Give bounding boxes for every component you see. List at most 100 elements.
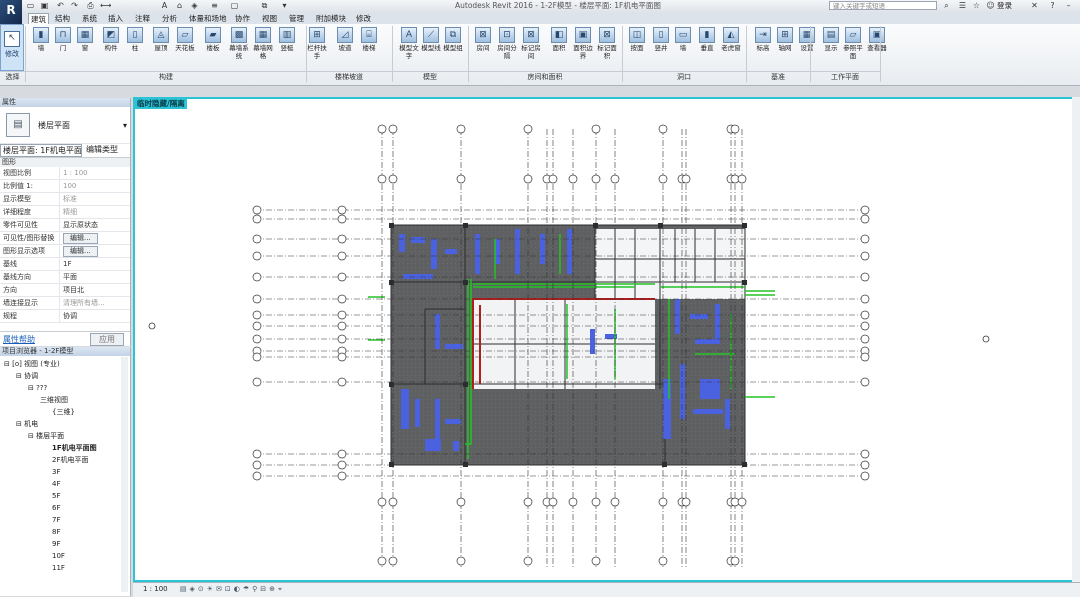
grid-bubble[interactable] (658, 124, 668, 134)
grid-bubble[interactable] (610, 174, 620, 184)
star-icon[interactable]: ☆ (972, 1, 981, 10)
grid-bubble[interactable] (681, 174, 691, 184)
browser-node[interactable]: {三维} (52, 407, 75, 417)
tab-3[interactable]: 插入 (106, 13, 125, 24)
grid-bubble[interactable] (252, 205, 262, 215)
tab-10[interactable]: 附加模块 (314, 13, 348, 24)
search-input[interactable]: 键入关键字或短语 (829, 1, 937, 10)
tab-2[interactable]: 系统 (80, 13, 99, 24)
view-selector[interactable]: 楼层平面: 1F机电平面图 (0, 144, 82, 157)
grid-bubble[interactable] (388, 556, 398, 566)
show-button[interactable]: ▤ 显示 (820, 27, 842, 52)
switch-windows-icon[interactable]: ⧉ (260, 1, 269, 10)
grid-bubble[interactable] (523, 556, 533, 566)
property-value[interactable]: 清理所有墙... (60, 297, 130, 309)
view-scale[interactable]: 1 : 100 (143, 585, 168, 593)
grid-button[interactable]: ⊞ 轴网 (774, 27, 796, 52)
window-button[interactable]: ▦ 窗 (74, 27, 96, 52)
grid-bubble[interactable] (548, 174, 558, 184)
grid-bubble[interactable] (860, 449, 870, 459)
grid-bubble[interactable] (730, 556, 740, 566)
property-value[interactable]: 编辑... (60, 245, 130, 257)
dormer-button[interactable]: ◭ 老虎窗 (720, 27, 742, 52)
help-icon[interactable]: ? (1048, 1, 1057, 10)
grid-bubble[interactable] (860, 334, 870, 344)
view-control-icons[interactable]: ▤◈⊙☀✉⊡◐☂⚲⊟⊕⌖ (180, 585, 285, 593)
model-text-button[interactable]: A 模型文字 (398, 27, 420, 60)
ceiling-button[interactable]: ▱ 天花板 (174, 27, 196, 52)
browser-node[interactable]: ⊟ ??? (28, 383, 47, 393)
grid-bubble[interactable] (337, 214, 347, 224)
grid-bubble[interactable] (523, 174, 533, 184)
grid-bubble[interactable] (388, 497, 398, 507)
property-value[interactable]: 项目北 (60, 284, 130, 296)
grid-bubble[interactable] (252, 352, 262, 362)
by-face-button[interactable]: ◫ 按面 (626, 27, 648, 52)
grid-bubble[interactable] (252, 214, 262, 224)
grid-bubble[interactable] (860, 310, 870, 320)
tab-5[interactable]: 分析 (160, 13, 179, 24)
grid-bubble[interactable] (252, 310, 262, 320)
grid-bubble[interactable] (860, 377, 870, 387)
grid-bubble[interactable] (860, 460, 870, 470)
type-selector[interactable]: ▤ 楼层平面 ▾ (0, 107, 130, 144)
model-line-button[interactable]: ⟋ 模型线 (420, 27, 442, 52)
grid-bubble[interactable] (860, 272, 870, 282)
grid-bubble[interactable] (456, 124, 466, 134)
grid-bubble[interactable] (337, 205, 347, 215)
grid-bubble[interactable] (860, 214, 870, 224)
grid-bubble[interactable] (377, 174, 387, 184)
grid-bubble[interactable] (337, 334, 347, 344)
model-group-button[interactable]: ⧉ 模型组 (442, 27, 464, 52)
wall-button[interactable]: ▮ 墙 (30, 27, 52, 52)
room-button[interactable]: ⊠ 房间 (472, 27, 494, 52)
qa-dropdown-icon[interactable]: ▾ (280, 1, 289, 10)
grid-bubble[interactable] (860, 321, 870, 331)
grid-bubble[interactable] (252, 251, 262, 261)
mullion-button[interactable]: ▥ 竖梃 (276, 27, 298, 52)
exchange-icon[interactable]: ✕ (1030, 1, 1039, 10)
tab-9[interactable]: 管理 (287, 13, 306, 24)
grid-bubble[interactable] (610, 497, 620, 507)
grid-bubble[interactable] (252, 377, 262, 387)
grid-bubble[interactable] (252, 294, 262, 304)
grid-bubble[interactable] (591, 124, 601, 134)
grid-bubble[interactable] (388, 124, 398, 134)
property-value[interactable]: 显示原状态 (60, 219, 130, 231)
redo-icon[interactable]: ↷ (70, 1, 79, 10)
grid-bubble[interactable] (456, 556, 466, 566)
grid-bubble[interactable] (377, 556, 387, 566)
grid-bubble[interactable] (568, 497, 578, 507)
grid-bubble[interactable] (860, 251, 870, 261)
curtain-system-button[interactable]: ▩ 幕墙系统 (228, 27, 250, 60)
browser-node[interactable]: ⊟ [o] 视图 (专业) (4, 359, 60, 369)
browser-node[interactable]: 5F (52, 491, 60, 501)
level-button[interactable]: ⇥ 标高 (752, 27, 774, 52)
grid-bubble[interactable] (337, 234, 347, 244)
section-icon[interactable]: ◈ (190, 1, 199, 10)
grid-bubble[interactable] (681, 497, 691, 507)
property-value[interactable]: 编辑... (60, 232, 130, 244)
drawing-canvas[interactable] (133, 97, 1077, 582)
grid-bubble[interactable] (337, 251, 347, 261)
grid-bubble[interactable] (860, 205, 870, 215)
stair-button[interactable]: ⌸ 楼梯 (358, 27, 380, 52)
browser-node[interactable]: 三维视图 (40, 395, 68, 405)
property-value[interactable]: 精细 (60, 206, 130, 218)
grid-bubble[interactable] (456, 497, 466, 507)
grid-bubble[interactable] (658, 556, 668, 566)
properties-help-link[interactable]: 属性帮助 (3, 334, 35, 345)
grid-bubble[interactable] (252, 272, 262, 282)
grid-bubble[interactable] (658, 174, 668, 184)
browser-node[interactable]: ⊟ 协调 (16, 371, 38, 381)
tab-8[interactable]: 视图 (260, 13, 279, 24)
tab-1[interactable]: 结构 (53, 13, 72, 24)
floor-button[interactable]: ▰ 楼板 (202, 27, 224, 52)
grid-bubble[interactable] (252, 449, 262, 459)
viewer-button[interactable]: ▣ 查看器 (866, 27, 888, 52)
grid-bubble[interactable] (252, 334, 262, 344)
grid-bubble[interactable] (337, 352, 347, 362)
search-icon[interactable]: ⌕ (942, 1, 951, 10)
apply-button[interactable]: 应用 (90, 332, 124, 346)
roof-button[interactable]: ◬ 屋顶 (150, 27, 172, 52)
